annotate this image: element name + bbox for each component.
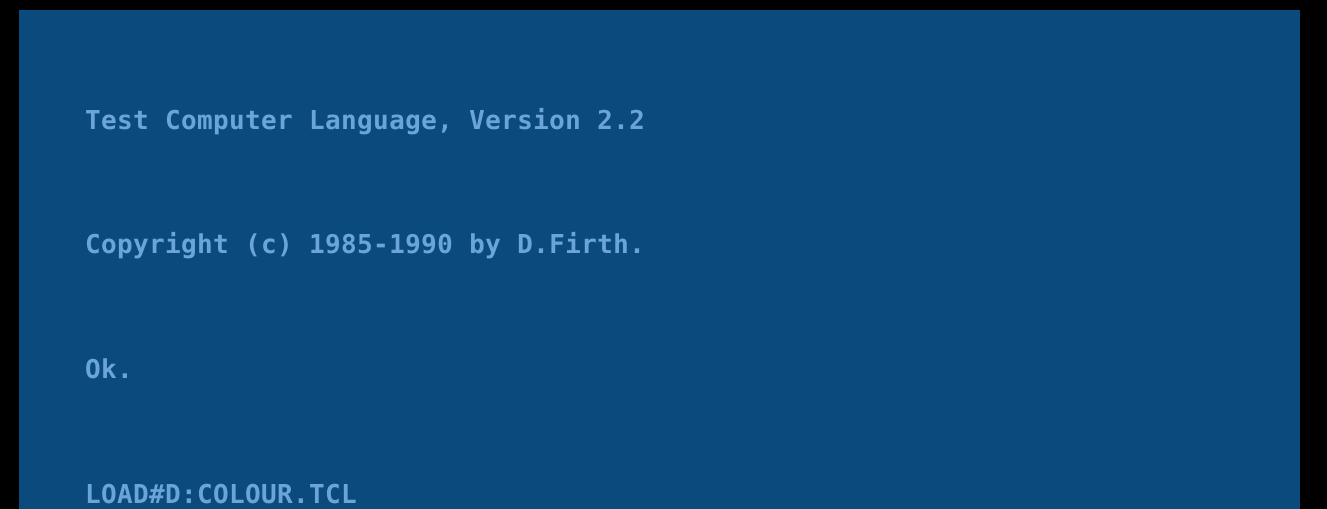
terminal-screen[interactable]: Test Computer Language, Version 2.2 Copy… xyxy=(19,10,1300,509)
retro-terminal-screenshot: Test Computer Language, Version 2.2 Copy… xyxy=(0,0,1327,509)
terminal-line-ok-1: Ok. xyxy=(85,355,134,386)
terminal-line-load-command: LOAD#D:COLOUR.TCL xyxy=(85,480,358,509)
terminal-line-title: Test Computer Language, Version 2.2 xyxy=(85,105,646,136)
terminal-line-copyright: Copyright (c) 1985-1990 by D.Firth. xyxy=(85,230,646,261)
terminal-text-layer: Test Computer Language, Version 2.2 Copy… xyxy=(85,12,805,509)
